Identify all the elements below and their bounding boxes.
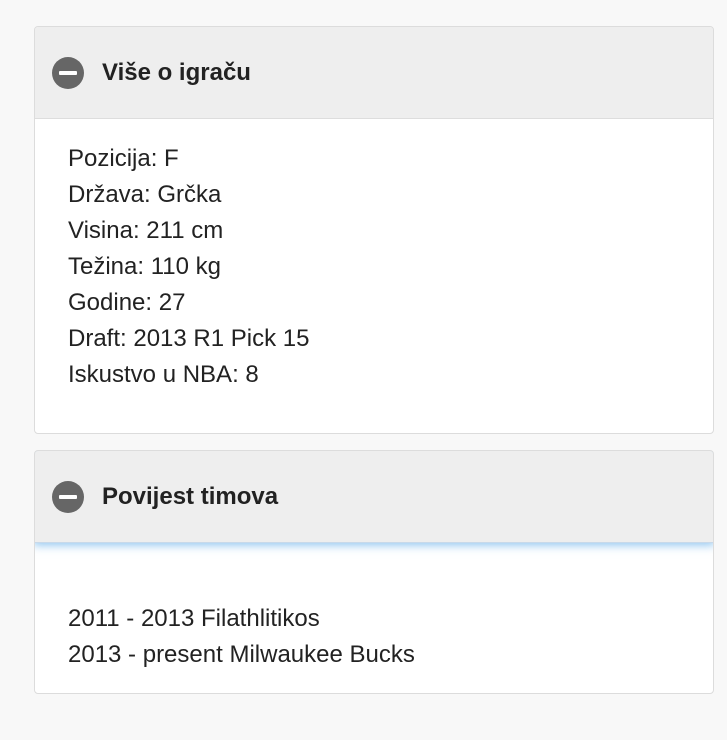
info-row-experience: Iskustvo u NBA: 8 [68,361,259,388]
team-history-title: Povijest timova [102,482,279,510]
info-row-height: Visina: 211 cm [68,217,224,244]
info-value: Grčka [157,181,222,208]
minus-circle-icon[interactable] [52,480,84,513]
info-label: Težina [68,253,138,280]
team-history-item: 2011 - 2013 Filathlitikos [68,601,713,637]
player-info-title: Više o igraču [102,58,251,86]
info-label: Pozicija [68,145,151,172]
info-value: 211 cm [146,217,224,244]
info-row-draft: Draft: 2013 R1 Pick 15 [68,325,310,352]
player-info-panel-header[interactable]: Više o igraču [35,27,713,119]
info-label: Godine [68,289,146,316]
info-label: Država [68,181,145,208]
team-period: 2011 - 2013 [68,605,195,632]
team-name: Filathlitikos [201,605,320,632]
sidebar-panels: Više o igraču Pozicija: F Država: Grčka … [34,26,714,694]
info-row-country: Država: Grčka [68,181,222,208]
team-name: Milwaukee Bucks [229,641,415,668]
team-history-item: 2013 - present Milwaukee Bucks [68,637,713,673]
team-history-panel-header[interactable]: Povijest timova [35,451,713,543]
team-history-panel: Povijest timova 2011 - 2013 Filathlitiko… [34,450,714,694]
info-row-weight: Težina: 110 kg [68,253,221,280]
team-history-body: 2011 - 2013 Filathlitikos 2013 - present… [35,543,713,693]
info-value: F [164,145,179,172]
player-info-body: Pozicija: F Država: Grčka Visina: 211 cm… [35,119,713,433]
info-label: Draft [68,325,121,352]
info-value: 8 [245,361,259,388]
info-value: 27 [158,289,186,316]
info-value: 2013 R1 Pick 15 [133,325,310,352]
info-label: Visina [68,217,133,244]
team-period: 2013 - present [68,641,223,668]
minus-circle-icon[interactable] [52,56,84,89]
player-info-panel: Više o igraču Pozicija: F Država: Grčka … [34,26,714,434]
info-row-position: Pozicija: F [68,145,179,172]
info-value: 110 kg [150,253,221,280]
info-label: Iskustvo u NBA [68,361,233,388]
info-row-age: Godine: 27 [68,289,186,316]
